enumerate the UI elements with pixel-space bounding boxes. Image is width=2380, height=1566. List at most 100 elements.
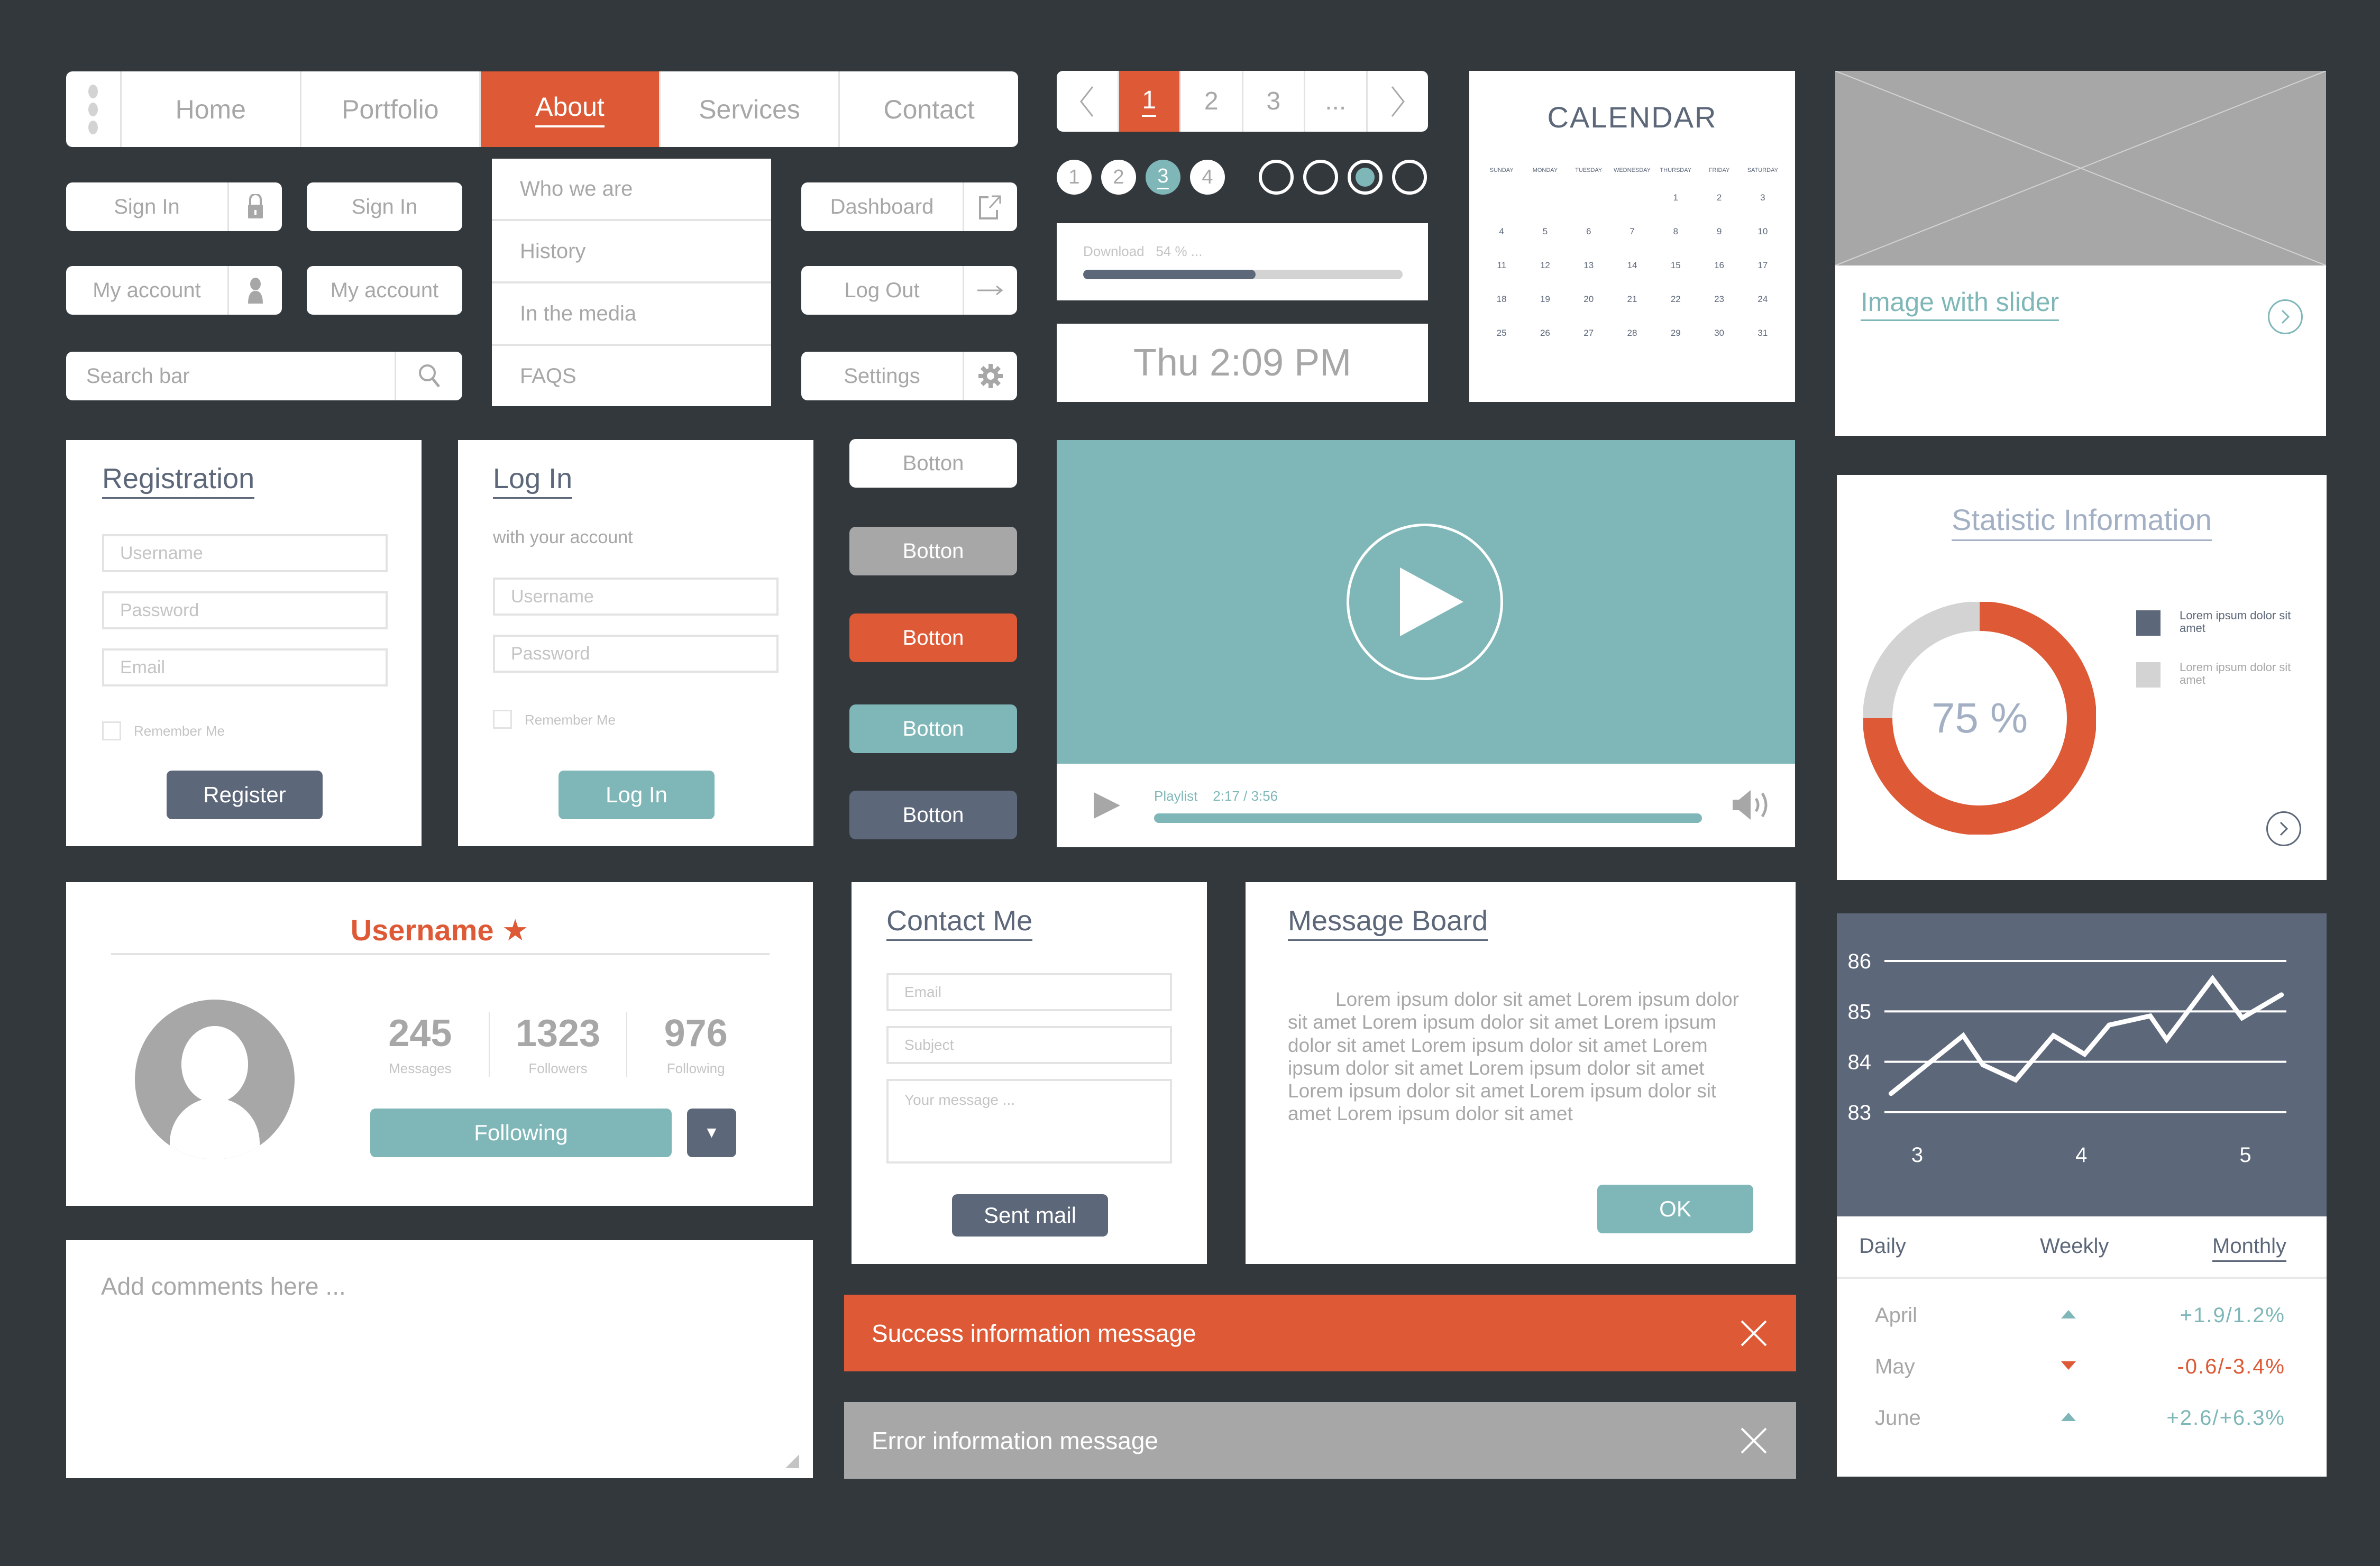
slider-next-button[interactable] [2268, 299, 2303, 334]
ok-button[interactable]: OK [1597, 1185, 1753, 1233]
pagination-page-1[interactable]: 1 [1119, 71, 1181, 132]
ring-dot-2[interactable] [1303, 160, 1338, 195]
calendar-day[interactable]: 28 [1610, 316, 1654, 350]
calendar-day[interactable]: 15 [1654, 249, 1697, 282]
registration-username-input[interactable]: Username [102, 534, 388, 572]
dot-page-4[interactable]: 4 [1190, 160, 1225, 195]
tab-weekly[interactable]: Weekly [2040, 1234, 2109, 1258]
calendar-day[interactable]: 29 [1654, 316, 1697, 350]
nav-item-about[interactable]: About [481, 71, 661, 147]
settings-button[interactable]: Settings [801, 352, 1017, 400]
close-icon[interactable] [1741, 1320, 1767, 1347]
dropdown-item-history[interactable]: History [492, 221, 771, 283]
calendar-day[interactable]: 2 [1697, 181, 1741, 215]
calendar-day[interactable]: 25 [1480, 316, 1523, 350]
calendar-day[interactable]: 7 [1610, 215, 1654, 249]
calendar-day[interactable]: 5 [1523, 215, 1567, 249]
my-account-button[interactable]: My account [307, 266, 462, 315]
sign-in-button[interactable]: Sign In [307, 182, 462, 231]
slider-caption-link[interactable]: Image with slider [1861, 287, 2059, 321]
contact-subject-input[interactable]: Subject [886, 1026, 1172, 1064]
following-button[interactable]: Following [370, 1109, 672, 1157]
contact-email-input[interactable]: Email [886, 973, 1172, 1011]
button-white[interactable]: Botton [849, 439, 1017, 488]
calendar-day[interactable]: 1 [1654, 181, 1697, 215]
playlist-label[interactable]: Playlist [1154, 788, 1197, 804]
dot-page-3[interactable]: 3 [1146, 160, 1180, 195]
volume-icon[interactable] [1733, 789, 1775, 821]
comments-textarea[interactable]: Add comments here ... [66, 1240, 813, 1478]
calendar-day[interactable]: 6 [1567, 215, 1610, 249]
sent-mail-button[interactable]: Sent mail [952, 1194, 1108, 1237]
calendar-day[interactable]: 17 [1741, 249, 1784, 282]
calendar-day[interactable]: 10 [1741, 215, 1784, 249]
calendar-day[interactable]: 27 [1567, 316, 1610, 350]
login-username-input[interactable]: Username [493, 578, 779, 616]
resize-handle-icon[interactable] [785, 1454, 799, 1468]
sign-in-button-with-icon[interactable]: Sign In [66, 182, 282, 231]
calendar-day[interactable]: 30 [1697, 316, 1741, 350]
calendar-day[interactable]: 12 [1523, 249, 1567, 282]
calendar-day[interactable]: 16 [1697, 249, 1741, 282]
registration-email-input[interactable]: Email [102, 648, 388, 686]
follow-dropdown-button[interactable]: ▼ [687, 1109, 736, 1157]
tab-monthly[interactable]: Monthly [2212, 1234, 2287, 1262]
pagination-next-button[interactable] [1368, 71, 1429, 132]
calendar-day[interactable]: 4 [1480, 215, 1523, 249]
calendar-day[interactable]: 9 [1697, 215, 1741, 249]
registration-password-input[interactable]: Password [102, 591, 388, 629]
tab-daily[interactable]: Daily [1859, 1234, 1906, 1258]
pagination-ellipsis[interactable]: ... [1305, 71, 1368, 132]
nav-item-home[interactable]: Home [122, 71, 301, 147]
calendar-day[interactable]: 19 [1523, 282, 1567, 316]
calendar-day[interactable]: 20 [1567, 282, 1610, 316]
calendar-day[interactable]: 18 [1480, 282, 1523, 316]
dropdown-item-who-we-are[interactable]: Who we are [492, 159, 771, 221]
play-icon[interactable] [1094, 792, 1120, 819]
calendar-day[interactable]: 21 [1610, 282, 1654, 316]
search-icon[interactable] [395, 352, 462, 400]
pagination-page-2[interactable]: 2 [1181, 71, 1243, 132]
login-button[interactable]: Log In [559, 771, 715, 819]
calendar-day[interactable]: 23 [1697, 282, 1741, 316]
ring-dot-1[interactable] [1259, 160, 1294, 195]
calendar-day[interactable]: 31 [1741, 316, 1784, 350]
calendar-day[interactable]: 24 [1741, 282, 1784, 316]
search-input[interactable]: Search bar [66, 352, 395, 400]
pagination-page-3[interactable]: 3 [1243, 71, 1305, 132]
dropdown-item-faqs[interactable]: FAQS [492, 346, 771, 406]
nav-item-services[interactable]: Services [661, 71, 840, 147]
log-out-button[interactable]: Log Out [801, 266, 1017, 315]
button-slate[interactable]: Botton [849, 791, 1017, 839]
statistics-next-button[interactable] [2266, 811, 2301, 846]
search-bar[interactable]: Search bar [66, 352, 462, 400]
video-progress-track[interactable] [1154, 813, 1702, 823]
video-screen[interactable] [1057, 440, 1795, 764]
calendar-day[interactable]: 3 [1741, 181, 1784, 215]
register-button[interactable]: Register [167, 771, 323, 819]
button-orange[interactable]: Botton [849, 613, 1017, 662]
button-grey[interactable]: Botton [849, 527, 1017, 575]
nav-item-portfolio[interactable]: Portfolio [301, 71, 481, 147]
login-remember-checkbox[interactable] [493, 710, 512, 729]
vertical-dots-icon[interactable] [66, 71, 122, 147]
close-icon[interactable] [1741, 1427, 1767, 1454]
dashboard-button[interactable]: Dashboard [801, 182, 1017, 231]
calendar-day[interactable]: 26 [1523, 316, 1567, 350]
calendar-day[interactable]: 8 [1654, 215, 1697, 249]
contact-message-textarea[interactable]: Your message ... [886, 1079, 1172, 1164]
calendar-day[interactable]: 14 [1610, 249, 1654, 282]
dot-page-1[interactable]: 1 [1057, 160, 1092, 195]
pagination-prev-button[interactable] [1057, 71, 1119, 132]
nav-item-contact[interactable]: Contact [840, 71, 1018, 147]
dot-page-2[interactable]: 2 [1101, 160, 1136, 195]
ring-dot-3[interactable] [1348, 160, 1383, 195]
ring-dot-4[interactable] [1392, 160, 1427, 195]
button-teal[interactable]: Botton [849, 704, 1017, 753]
calendar-day[interactable]: 11 [1480, 249, 1523, 282]
registration-remember-checkbox[interactable] [102, 721, 121, 740]
dropdown-item-in-the-media[interactable]: In the media [492, 283, 771, 346]
video-play-overlay-button[interactable] [1347, 524, 1503, 680]
calendar-day[interactable]: 13 [1567, 249, 1610, 282]
calendar-day[interactable]: 22 [1654, 282, 1697, 316]
